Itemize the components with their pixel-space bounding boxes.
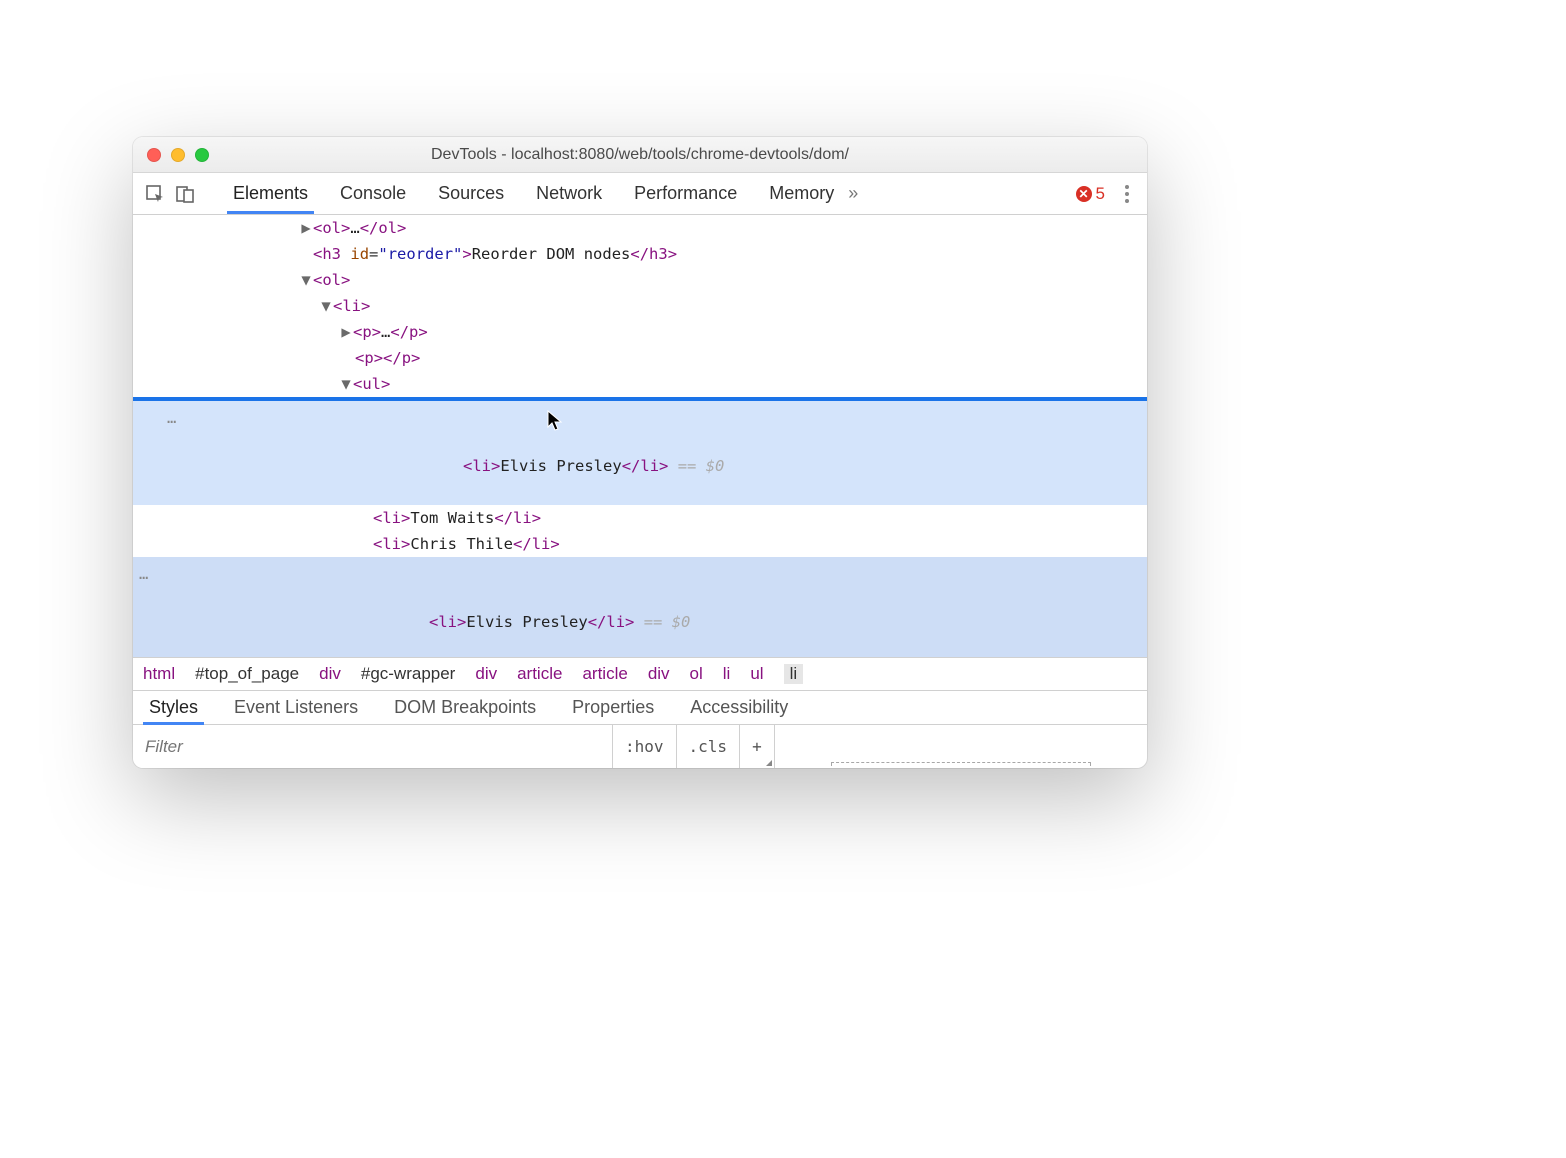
traffic-lights xyxy=(133,148,209,162)
breadcrumb-item[interactable]: ol xyxy=(690,664,703,684)
close-window-button[interactable] xyxy=(147,148,161,162)
dom-tree[interactable]: ▶<ol>…</ol> <h3 id="reorder">Reorder DOM… xyxy=(133,215,1147,657)
dom-line-selected[interactable]: … <li>Elvis Presley</li> == $0 xyxy=(133,557,1147,657)
styles-filter-input[interactable] xyxy=(133,725,613,768)
subtab-styles[interactable]: Styles xyxy=(147,697,200,718)
subtab-dom-breakpoints[interactable]: DOM Breakpoints xyxy=(392,697,538,718)
subtab-properties[interactable]: Properties xyxy=(570,697,656,718)
caret-right-icon[interactable]: ▶ xyxy=(339,319,353,345)
dom-line[interactable]: <p></p> xyxy=(133,345,1147,371)
caret-down-icon[interactable]: ▼ xyxy=(299,267,313,293)
breadcrumb-item-selected[interactable]: li xyxy=(784,664,804,684)
breadcrumb-item[interactable]: ul xyxy=(750,664,763,684)
error-indicator[interactable]: ✕ 5 xyxy=(1076,184,1105,204)
breadcrumb-item[interactable]: html xyxy=(143,664,175,684)
breadcrumb-item[interactable]: #gc-wrapper xyxy=(361,664,456,684)
styles-filter-bar: :hov .cls + xyxy=(133,724,1147,768)
minimize-window-button[interactable] xyxy=(171,148,185,162)
new-style-rule-button[interactable]: + xyxy=(740,725,775,768)
breadcrumb-item[interactable]: div xyxy=(648,664,670,684)
cls-toggle-button[interactable]: .cls xyxy=(677,725,741,768)
tab-elements[interactable]: Elements xyxy=(231,183,310,204)
dom-line[interactable]: ▼<li> xyxy=(133,293,1147,319)
main-toolbar: Elements Console Sources Network Perform… xyxy=(133,173,1147,215)
subtab-event-listeners[interactable]: Event Listeners xyxy=(232,697,360,718)
tab-console[interactable]: Console xyxy=(338,183,408,204)
dom-line-dragging[interactable]: … <li>Elvis Presley</li> == $0 xyxy=(133,401,1147,505)
breadcrumb-item[interactable]: li xyxy=(723,664,731,684)
dom-line[interactable]: <h3 id="reorder">Reorder DOM nodes</h3> xyxy=(133,241,1147,267)
subtab-accessibility[interactable]: Accessibility xyxy=(688,697,790,718)
gutter-menu-icon[interactable]: … xyxy=(139,561,148,587)
zoom-window-button[interactable] xyxy=(195,148,209,162)
dom-line[interactable]: ▶<ol>…</ol> xyxy=(133,215,1147,241)
breadcrumb-item[interactable]: article xyxy=(582,664,627,684)
settings-menu-button[interactable] xyxy=(1117,185,1137,203)
breadcrumb-bar: html #top_of_page div #gc-wrapper div ar… xyxy=(133,657,1147,690)
dom-line[interactable]: ▶<p>…</p> xyxy=(133,319,1147,345)
dom-line[interactable]: <li>Tom Waits</li> xyxy=(133,505,1147,531)
gutter-menu-icon[interactable]: … xyxy=(167,405,176,431)
breadcrumb-item[interactable]: div xyxy=(475,664,497,684)
dom-line[interactable]: ▼<ul> xyxy=(133,371,1147,397)
breadcrumb-item[interactable]: #top_of_page xyxy=(195,664,299,684)
inspect-element-icon[interactable] xyxy=(143,182,167,206)
caret-down-icon[interactable]: ▼ xyxy=(319,293,333,319)
dom-line[interactable]: ▼<ol> xyxy=(133,267,1147,293)
tab-performance[interactable]: Performance xyxy=(632,183,739,204)
tab-memory[interactable]: Memory xyxy=(767,183,836,204)
tabs-overflow-button[interactable]: » xyxy=(842,183,864,204)
breadcrumb-item[interactable]: div xyxy=(319,664,341,684)
devtools-window: DevTools - localhost:8080/web/tools/chro… xyxy=(133,137,1147,768)
caret-right-icon[interactable]: ▶ xyxy=(299,215,313,241)
box-model-preview xyxy=(775,725,1147,768)
breadcrumb-item[interactable]: article xyxy=(517,664,562,684)
error-icon: ✕ xyxy=(1076,186,1092,202)
panel-tabs: Elements Console Sources Network Perform… xyxy=(231,173,836,214)
window-titlebar: DevTools - localhost:8080/web/tools/chro… xyxy=(133,137,1147,173)
window-title: DevTools - localhost:8080/web/tools/chro… xyxy=(133,146,1147,164)
tab-network[interactable]: Network xyxy=(534,183,604,204)
dom-line[interactable]: <li>Chris Thile</li> xyxy=(133,531,1147,557)
sidebar-tabs: Styles Event Listeners DOM Breakpoints P… xyxy=(133,690,1147,724)
tab-sources[interactable]: Sources xyxy=(436,183,506,204)
error-count: 5 xyxy=(1096,184,1105,204)
hov-toggle-button[interactable]: :hov xyxy=(613,725,677,768)
dropdown-icon xyxy=(766,760,772,766)
device-toolbar-icon[interactable] xyxy=(173,182,197,206)
caret-down-icon[interactable]: ▼ xyxy=(339,371,353,397)
